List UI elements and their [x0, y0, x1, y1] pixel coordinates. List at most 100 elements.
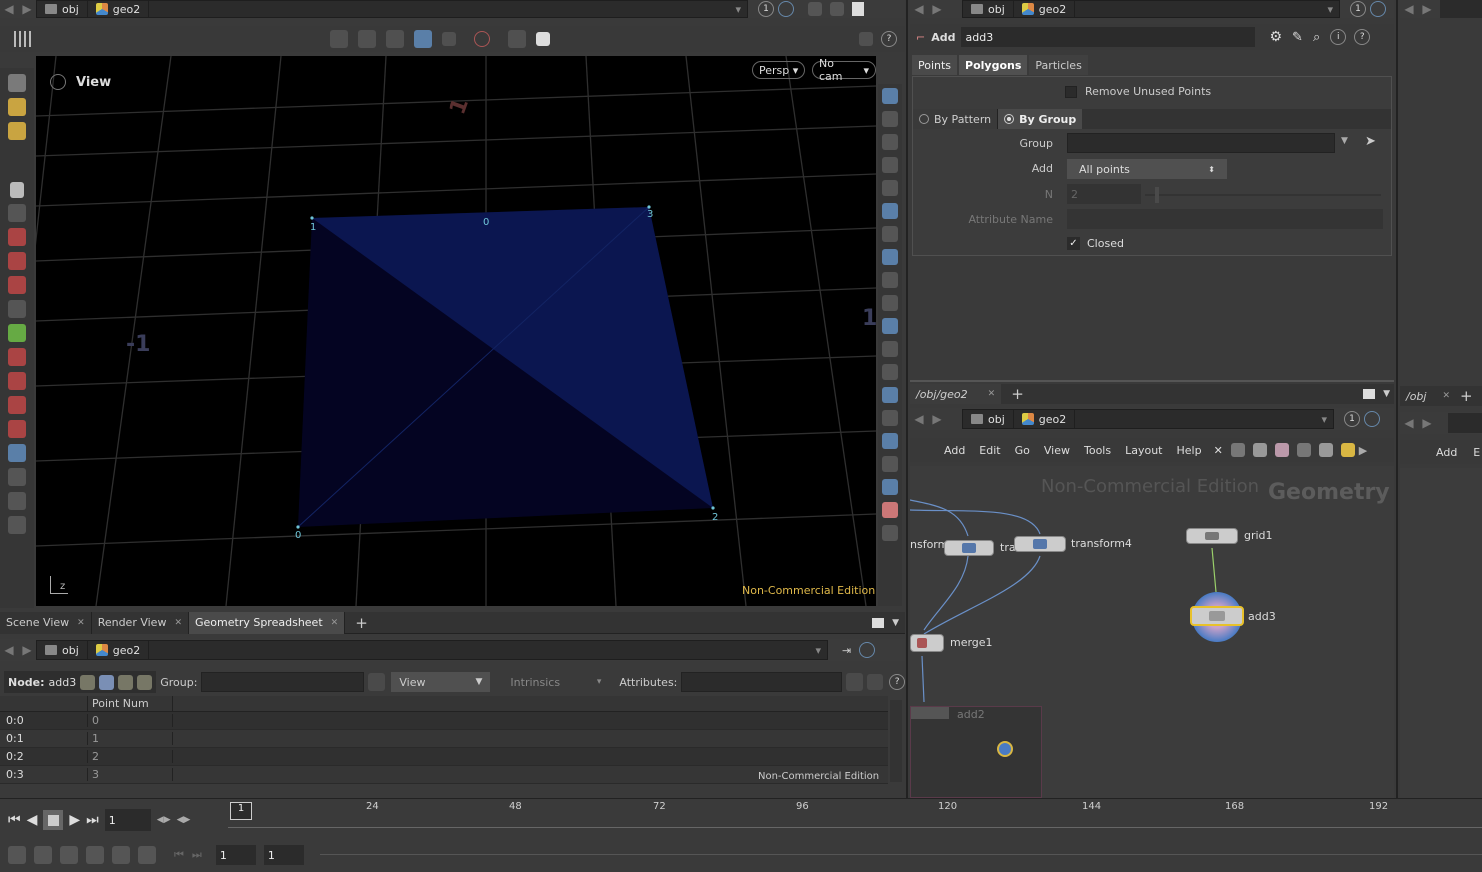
realtime-icon[interactable]: [8, 846, 26, 864]
back-arrow-icon[interactable]: ◀: [0, 643, 18, 657]
spreadsheet-path-bar[interactable]: obj geo2 ▾: [36, 640, 828, 660]
n-param-slider[interactable]: [1145, 194, 1381, 196]
spreadsheet-scrollbar[interactable]: [890, 700, 902, 782]
pane-dropdown-icon[interactable]: ▼: [1383, 389, 1390, 399]
lock-icon[interactable]: [882, 134, 898, 150]
table-row[interactable]: 0:1 1: [0, 730, 888, 748]
sphere-display-icon[interactable]: [882, 180, 898, 196]
eye-toggle-icon[interactable]: [882, 272, 898, 288]
tab-points[interactable]: Points: [912, 55, 958, 75]
forward-arrow-icon[interactable]: ▶: [18, 643, 36, 657]
magnet-tool-1-icon[interactable]: [8, 348, 26, 366]
magnet-tool-2-icon[interactable]: [8, 372, 26, 390]
node-grid1[interactable]: [1186, 528, 1238, 544]
pen-icon[interactable]: [882, 479, 898, 495]
range-slider[interactable]: [320, 854, 1482, 855]
add-tab-icon[interactable]: +: [355, 614, 368, 632]
right-path-bar-2[interactable]: [1448, 413, 1482, 433]
sweep-icon[interactable]: [882, 433, 898, 449]
vertices-mode-icon[interactable]: [99, 674, 115, 690]
help-icon[interactable]: ?: [889, 674, 906, 690]
path-crumb-obj[interactable]: obj: [37, 1, 88, 17]
close-icon[interactable]: ✕: [1442, 391, 1450, 401]
audio-icon[interactable]: [34, 846, 52, 864]
node-transform4[interactable]: [1014, 536, 1066, 552]
pointer-tool-icon[interactable]: [10, 182, 24, 198]
ghost-icon[interactable]: [882, 157, 898, 173]
node-add3[interactable]: [1190, 606, 1244, 626]
numbers-icon[interactable]: [882, 387, 898, 403]
bulb-icon[interactable]: [882, 203, 898, 219]
range-end-input[interactable]: 1: [263, 845, 304, 865]
tab-geometry-spreadsheet[interactable]: Geometry Spreadsheet ✕: [189, 611, 346, 634]
play-reverse-icon[interactable]: ◀: [27, 812, 38, 828]
group-param-input[interactable]: [1067, 133, 1335, 153]
info-icon[interactable]: i: [1330, 29, 1347, 45]
menu-add[interactable]: Add: [1436, 446, 1457, 459]
keys-icon[interactable]: [112, 846, 130, 864]
vector-icon[interactable]: [882, 364, 898, 380]
path-dropdown-icon[interactable]: ▾: [735, 3, 741, 16]
lasso-tool-icon[interactable]: [8, 468, 26, 486]
menu-edit[interactable]: E: [1473, 446, 1480, 459]
help-icon[interactable]: ?: [881, 31, 897, 47]
select-connected-icon[interactable]: [358, 30, 376, 48]
node-tra[interactable]: [944, 540, 994, 556]
next-key-icon[interactable]: ⏭: [192, 848, 202, 862]
pane-maximize-icon[interactable]: [852, 2, 864, 16]
n-slider-handle[interactable]: [1155, 187, 1159, 203]
path-crumb-geo[interactable]: geo2: [88, 1, 150, 17]
link-icon[interactable]: [1370, 1, 1386, 17]
camera-icon[interactable]: [830, 2, 844, 16]
forward-arrow-icon[interactable]: ▶: [1418, 2, 1436, 16]
link-icon[interactable]: [778, 1, 794, 17]
jump-start-icon[interactable]: ⏮: [8, 812, 21, 828]
step-forward-icon[interactable]: ◀▶: [177, 815, 191, 825]
n-param-input[interactable]: 2: [1067, 184, 1141, 204]
points-display-icon[interactable]: [882, 318, 898, 334]
back-arrow-icon[interactable]: ◀: [910, 2, 928, 16]
back-arrow-icon[interactable]: ◀: [1400, 2, 1418, 16]
right-network-editor[interactable]: [1400, 468, 1482, 798]
forward-arrow-icon[interactable]: ▶: [928, 412, 946, 426]
pane-dropdown-icon[interactable]: ▼: [892, 618, 899, 628]
magnet-tool-4-icon[interactable]: [8, 420, 26, 438]
pin-number-icon[interactable]: 1: [758, 1, 774, 17]
corner-icon[interactable]: [882, 456, 898, 472]
pane-menu-icon[interactable]: [1363, 389, 1376, 399]
play-icon[interactable]: ▶: [69, 812, 80, 828]
light-icon[interactable]: [508, 30, 526, 48]
network-editor[interactable]: Non-Commercial Edition Geometry nsform3 …: [910, 466, 1394, 798]
sphere-tool-icon[interactable]: [8, 516, 26, 534]
menu-add[interactable]: Add: [944, 444, 965, 457]
close-icon[interactable]: ✕: [174, 618, 182, 628]
by-group-tab[interactable]: By Group: [997, 109, 1083, 129]
add-tab-icon[interactable]: +: [1460, 387, 1473, 405]
forward-arrow-icon[interactable]: ▶: [928, 2, 946, 16]
intrinsics-dropdown[interactable]: Intrinsics ▾: [496, 672, 615, 692]
display-icon[interactable]: [442, 32, 456, 46]
pan-tool-icon[interactable]: [8, 228, 26, 246]
display-shading-icon[interactable]: [882, 111, 898, 127]
pin-number-icon[interactable]: 1: [1350, 1, 1366, 17]
path-crumb-geo[interactable]: geo2: [1014, 1, 1076, 17]
range-start-input[interactable]: 1: [215, 845, 256, 865]
tree-icon[interactable]: [1230, 443, 1245, 457]
column-header-point-num[interactable]: Point Num: [88, 696, 173, 711]
move-tool-icon[interactable]: [8, 98, 26, 116]
pin-icon[interactable]: ⇥: [842, 644, 851, 657]
pane-menu-icon[interactable]: [872, 617, 885, 628]
jump-end-icon[interactable]: ⏭: [86, 812, 99, 828]
video-icon[interactable]: [882, 295, 898, 311]
table-row[interactable]: 0:3 3: [0, 766, 888, 784]
right-tab-label[interactable]: /obj: [1400, 390, 1432, 403]
tools-icon[interactable]: ✎: [1292, 30, 1303, 45]
close-icon[interactable]: ✕: [77, 618, 85, 628]
menu-tools[interactable]: Tools: [1084, 444, 1111, 457]
menu-layout[interactable]: Layout: [1125, 444, 1162, 457]
menu-edit[interactable]: Edit: [979, 444, 1000, 457]
timeline-ruler[interactable]: 1 24 48 72 96 120 144 168 192: [228, 799, 1482, 833]
export-icon[interactable]: [867, 674, 884, 690]
select-tool-icon[interactable]: [330, 30, 348, 48]
select-loop-icon[interactable]: [386, 30, 404, 48]
